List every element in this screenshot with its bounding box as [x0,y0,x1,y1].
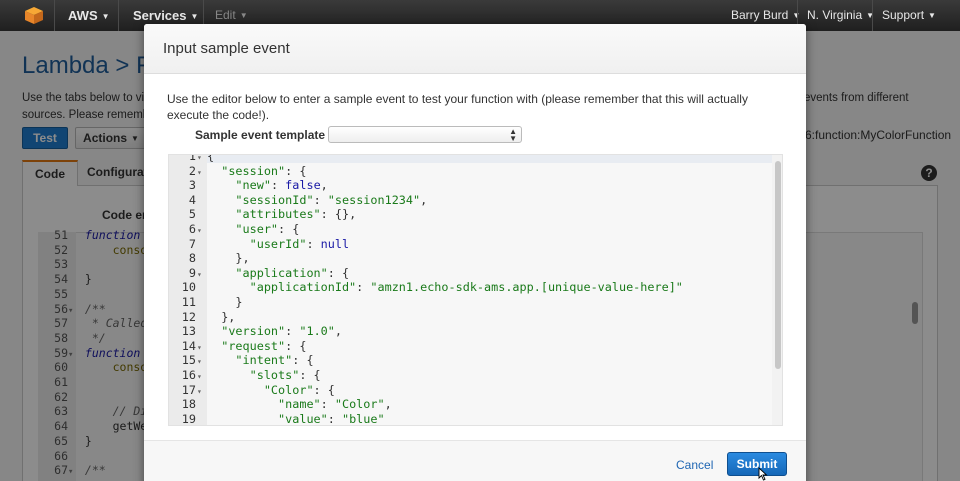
code-line: 15▾ "intent": { [169,353,314,368]
dialog-description: Use the editor below to enter a sample e… [167,92,748,122]
code-text: "value": "blue" [278,411,385,426]
dialog-header: Input sample event [144,24,806,74]
line-number: 7 [188,236,196,251]
code-text: "request": { [221,338,307,353]
code-text: "version": "1.0", [221,324,342,339]
line-number: 3 [188,178,196,193]
code-line: 4 "sessionId": "session1234", [169,193,427,208]
code-line: 17▾ "Color": { [169,383,335,398]
sample-event-editor[interactable]: 1▾{2▾ "session": {3 "new": false, 4 "sess… [168,154,783,426]
code-line: 16▾ "slots": { [169,368,321,383]
code-line: 1▾{ [169,154,215,164]
line-number: 6 [188,222,196,236]
code-line: 7 "userId": null [169,237,349,252]
code-text: "new": false, [235,178,328,193]
code-text: "userId": null [249,236,350,251]
line-number: 1 [188,154,196,163]
line-number: 17 [181,382,196,397]
nav-divider [118,0,119,31]
code-text: "application": { [235,265,350,280]
line-number: 19 [181,411,196,426]
line-number: 14 [181,338,196,353]
line-number: 8 [188,251,196,266]
code-text: "Color": { [263,382,335,397]
code-text: "sessionId": "session1234", [235,192,428,207]
code-line: 5 "attributes": {}, [169,207,356,222]
code-line: 6▾ "user": { [169,222,299,237]
code-text: "attributes": {}, [235,207,357,222]
code-text: } [207,295,243,309]
nav-divider [872,0,873,31]
select-arrows-icon: ▲ ▼ [509,127,517,143]
sample-event-dialog: Input sample event Use the editor below … [144,24,806,481]
aws-menu[interactable]: AWS ▼ [68,0,110,31]
line-number: 2 [188,163,196,178]
line-number: 10 [181,280,196,295]
code-text: "session": { [221,163,307,178]
line-number: 11 [181,295,196,309]
active-line-highlight [207,155,772,163]
code-text: "applicationId": "amzn1.echo-sdk-ams.app… [249,280,683,295]
code-line: 13 "version": "1.0", [169,324,342,339]
line-number: 4 [188,192,196,207]
chevron-down-icon: ▼ [928,11,936,20]
line-number: 15 [181,353,196,368]
submit-button[interactable]: Submit [727,452,787,476]
chevron-down-icon: ▼ [190,12,199,21]
line-number: 5 [188,207,196,222]
support-menu[interactable]: Support ▼ [882,0,936,31]
code-text: { [207,154,215,163]
chevron-down-icon: ▼ [101,12,110,21]
line-number: 12 [181,309,196,324]
code-line: 14▾ "request": { [169,338,307,354]
chevron-down-icon: ▼ [239,11,248,20]
code-line: 8 }, [169,251,250,266]
region-menu[interactable]: N. Virginia ▼ [807,0,874,31]
dialog-title: Input sample event [163,40,290,57]
sample-event-template-label: Sample event template [195,128,326,142]
code-line: 9▾ "application": { [169,266,349,281]
sample-event-template-select[interactable]: ▲ ▼ [328,126,522,143]
code-line: 3 "new": false, [169,178,328,193]
line-number: 9 [188,265,196,280]
code-text: }, [207,309,236,324]
editor-scroll-thumb[interactable] [775,161,781,369]
code-line: 2▾ "session": { [169,163,307,179]
code-text: }, [207,251,250,266]
code-line: 18 "name": "Color", [169,397,392,412]
line-number: 16 [181,368,196,382]
code-text: "slots": { [249,368,321,382]
mouse-pointer-icon [758,467,768,481]
code-line: 12 }, [169,309,236,325]
code-text: "name": "Color", [278,397,392,412]
aws-cube-icon[interactable] [24,6,44,25]
nav-divider [54,0,55,31]
line-number: 18 [181,397,196,412]
code-line: 11 } [169,295,243,310]
code-line: 10 "applicationId": "amzn1.echo-sdk-ams.… [169,280,683,295]
code-line: 19 "value": "blue" [169,411,385,426]
code-text: "intent": { [235,353,314,368]
cancel-button[interactable]: Cancel [676,458,713,472]
line-number: 13 [181,324,196,339]
code-text: "user": { [235,222,300,236]
